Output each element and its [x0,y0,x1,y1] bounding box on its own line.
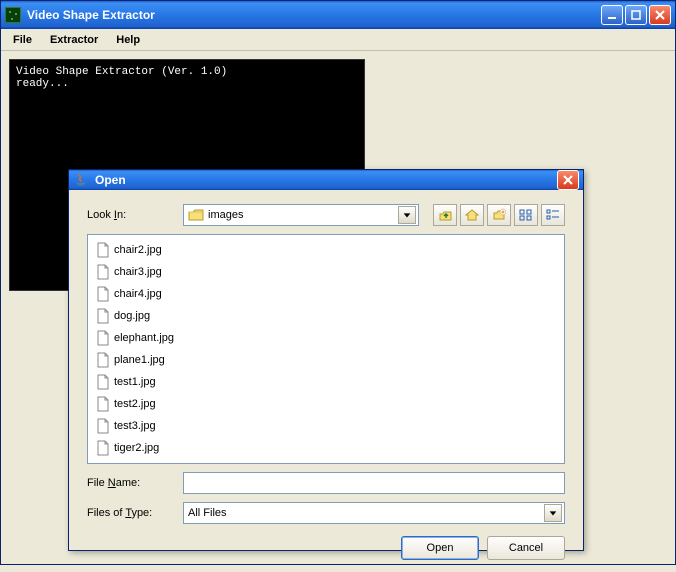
list-item[interactable]: chair2.jpg [96,241,186,259]
list-view-button[interactable] [514,204,538,226]
main-window: Video Shape Extractor File Extractor Hel… [0,0,676,565]
filetype-label: Files of Type: [87,507,177,519]
file-name: chair3.jpg [114,266,162,278]
java-icon [73,172,89,188]
list-item[interactable]: test3.jpg [96,417,186,435]
list-item[interactable]: chair3.jpg [96,263,186,281]
lookin-combo[interactable]: images [183,204,419,226]
menu-file[interactable]: File [5,32,40,48]
open-dialog: Open Look In: images [68,169,584,551]
file-name: test3.jpg [114,420,156,432]
dialog-close-button[interactable] [557,170,579,190]
file-list-pane[interactable]: chair2.jpg chair3.jpg chair4.jpg dog.jpg… [87,234,565,464]
file-name: plane1.jpg [114,354,165,366]
list-item[interactable]: test2.jpg [96,395,186,413]
file-name: elephant.jpg [114,332,174,344]
file-name: dog.jpg [114,310,150,322]
list-item[interactable]: test1.jpg [96,373,186,391]
file-icon [96,418,110,434]
file-name: test2.jpg [114,398,156,410]
file-icon [96,330,110,346]
menubar: File Extractor Help [1,29,675,51]
console-line: Video Shape Extractor (Ver. 1.0) [16,66,227,78]
file-icon [96,374,110,390]
menu-help[interactable]: Help [108,32,148,48]
file-name: chair4.jpg [114,288,162,300]
list-item[interactable]: elephant.jpg [96,329,186,347]
up-one-level-button[interactable] [433,204,457,226]
filename-input[interactable] [183,472,565,494]
window-title: Video Shape Extractor [27,8,601,22]
filetype-value: All Files [188,507,227,519]
lookin-value: images [208,209,243,221]
file-icon [96,308,110,324]
list-item[interactable]: dog.jpg [96,307,186,325]
client-area: Video Shape Extractor (Ver. 1.0) ready..… [1,51,675,564]
file-name: chair2.jpg [114,244,162,256]
app-icon [5,7,21,23]
filetype-combo[interactable]: All Files [183,502,565,524]
open-button[interactable]: Open [401,536,479,560]
dialog-titlebar[interactable]: Open [69,170,583,190]
filename-label: File Name: [87,477,177,489]
list-item[interactable]: chair4.jpg [96,285,186,303]
menu-extractor[interactable]: Extractor [42,32,106,48]
file-icon [96,396,110,412]
close-button[interactable] [649,5,671,25]
file-name: test1.jpg [114,376,156,388]
maximize-button[interactable] [625,5,647,25]
dialog-body: Look In: images chair2.j [69,190,583,572]
filetype-dropdown-arrow[interactable] [544,504,562,522]
dialog-title: Open [95,173,557,187]
main-titlebar[interactable]: Video Shape Extractor [1,1,675,29]
new-folder-button[interactable] [487,204,511,226]
minimize-button[interactable] [601,5,623,25]
file-icon [96,440,110,456]
console-line: ready... [16,78,69,90]
home-button[interactable] [460,204,484,226]
list-item[interactable]: tiger2.jpg [96,439,186,457]
folder-icon [188,208,204,222]
file-icon [96,242,110,258]
file-icon [96,264,110,280]
file-name: tiger2.jpg [114,442,159,454]
file-icon [96,352,110,368]
lookin-dropdown-arrow[interactable] [398,206,416,224]
details-view-button[interactable] [541,204,565,226]
file-icon [96,286,110,302]
lookin-label: Look In: [87,209,177,221]
cancel-button[interactable]: Cancel [487,536,565,560]
list-item[interactable]: plane1.jpg [96,351,186,369]
